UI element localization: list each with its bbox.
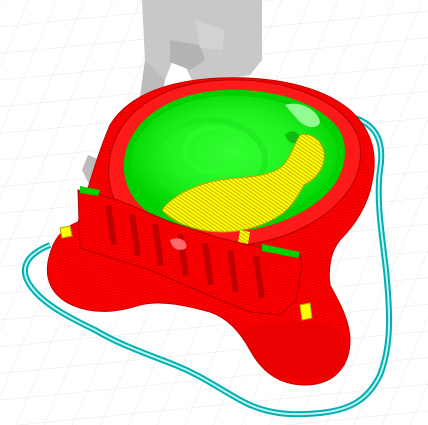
preview-canvas[interactable] [0, 0, 428, 425]
3d-preview-viewport[interactable] [0, 0, 428, 425]
